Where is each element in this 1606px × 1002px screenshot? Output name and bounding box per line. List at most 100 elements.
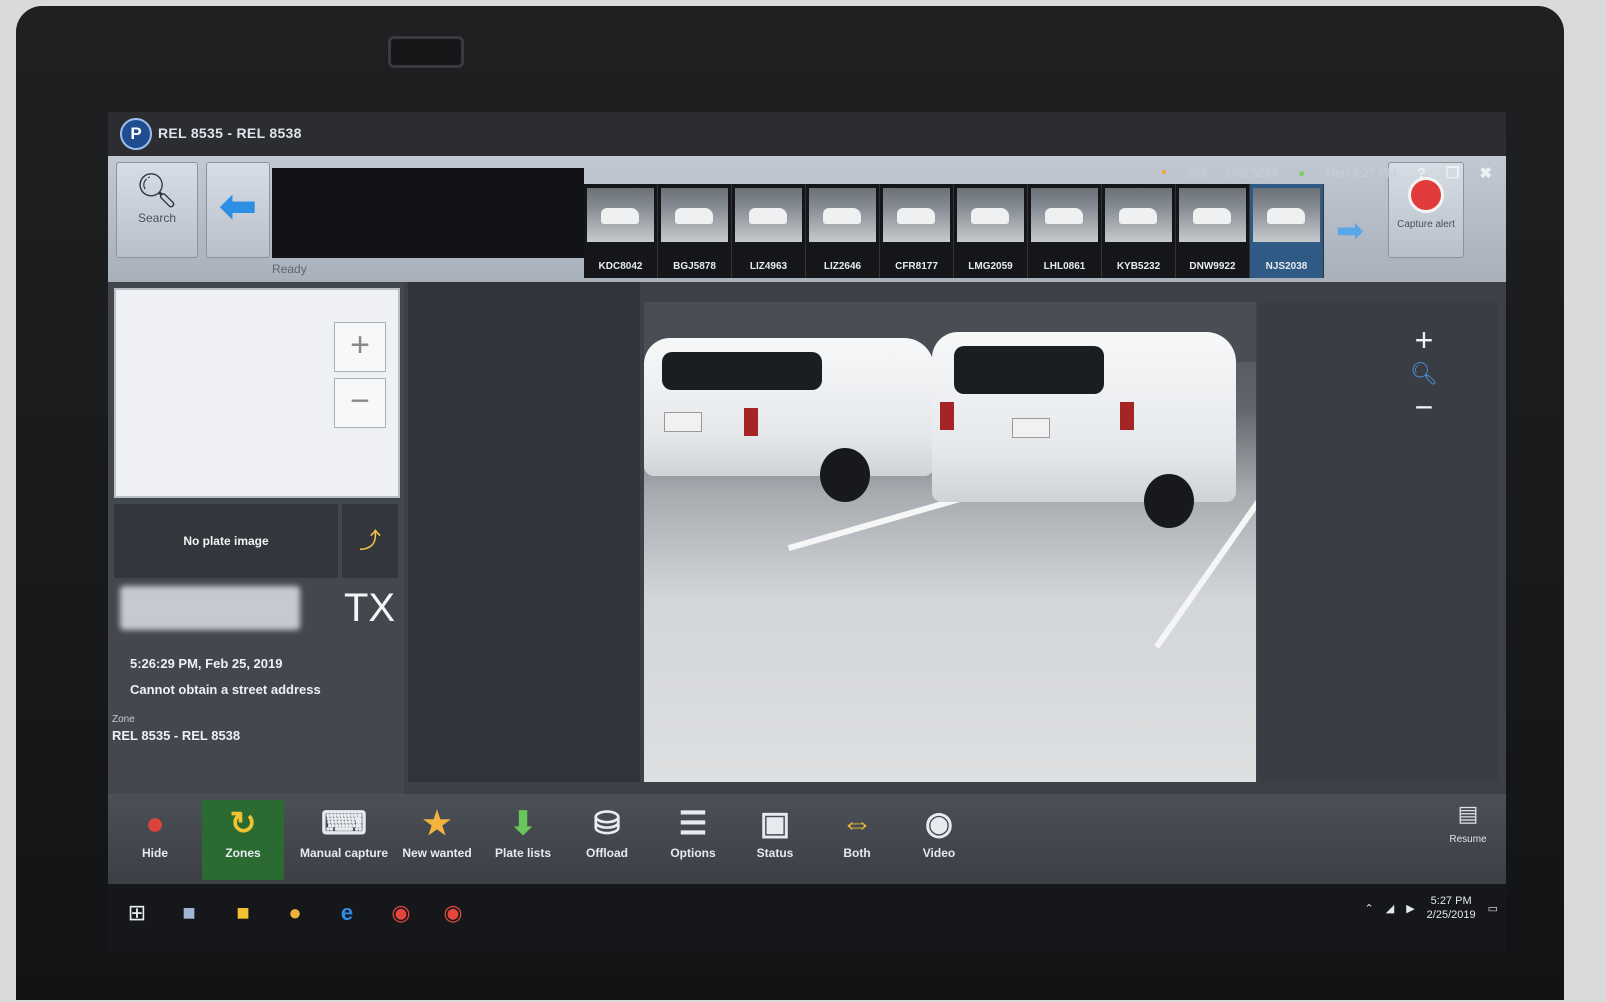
- read-thumbnail-strip: KDC8042 BGJ5878 LIZ4963 LIZ2646 CFR8177 …: [584, 184, 1324, 278]
- image-zoom-in-icon[interactable]: +: [1404, 322, 1444, 358]
- zone-value: REL 8535 - REL 8538: [112, 728, 241, 743]
- database-icon: ⛁: [593, 805, 621, 841]
- keyboard-icon: ⌨: [320, 805, 368, 841]
- task-view-icon[interactable]: ■: [172, 896, 206, 930]
- vehicle-plate: [1012, 418, 1050, 438]
- thumbnail-plate: LIZ4963: [749, 261, 788, 272]
- thumbnail-item[interactable]: KYB5232: [1102, 184, 1176, 278]
- thumbnail-item[interactable]: BGJ5878: [658, 184, 732, 278]
- forward-button[interactable]: ➡︎: [1326, 184, 1374, 278]
- app-taskbar-icon[interactable]: ●: [278, 896, 312, 930]
- vehicle-wheel: [820, 448, 870, 502]
- thumbnail-image: [1253, 188, 1320, 242]
- read-address: Cannot obtain a street address: [130, 682, 321, 697]
- search-icon: 🔍︎: [135, 172, 179, 210]
- plate-image-box: No plate image: [114, 504, 338, 578]
- ready-status: Ready: [272, 262, 307, 276]
- plate-lists-button[interactable]: ⬇︎ Plate lists: [482, 800, 564, 880]
- manual-capture-button[interactable]: ⌨ Manual capture: [296, 800, 392, 880]
- thumbnail-item[interactable]: DNW9922: [1176, 184, 1250, 278]
- capture-alert-label: Capture alert: [1397, 219, 1455, 230]
- chevron-up-icon[interactable]: ⌃: [1365, 902, 1374, 915]
- chrome-icon[interactable]: ◉: [436, 896, 470, 930]
- options-button[interactable]: ☰ Options: [652, 800, 734, 880]
- map-view[interactable]: + −: [114, 288, 400, 498]
- chrome-icon[interactable]: ◉: [384, 896, 418, 930]
- search-button[interactable]: 🔍︎ Search: [116, 162, 198, 258]
- wifi-icon[interactable]: ◢: [1386, 902, 1394, 915]
- thumbnail-item[interactable]: LMG2059: [954, 184, 1028, 278]
- hide-button[interactable]: ● Hide: [114, 800, 196, 880]
- plate-state: TX: [344, 586, 396, 630]
- bulb-icon: •: [1161, 164, 1167, 181]
- magnifier-icon[interactable]: 🔍︎: [1404, 358, 1444, 390]
- offload-button[interactable]: ⛁ Offload: [566, 800, 648, 880]
- windows-start-icon[interactable]: ⊞: [120, 896, 154, 930]
- status-button[interactable]: ▣ Status: [734, 800, 816, 880]
- hide-icon: ●: [145, 805, 165, 841]
- read-details-panel: + − No plate image ⤴ TX 5:26:29 PM, Feb …: [108, 282, 404, 802]
- thumbnail-plate: KYB5232: [1116, 261, 1161, 272]
- plate-number-blurred: [120, 586, 300, 630]
- video-button[interactable]: ◉ Video: [898, 800, 980, 880]
- vehicle-plate: [664, 412, 702, 432]
- taskbar-clock[interactable]: 5:27 PM 2/25/2019: [1427, 894, 1476, 922]
- notifications-icon[interactable]: ▭: [1488, 902, 1498, 915]
- zones-button[interactable]: ↻ Zones: [202, 800, 284, 880]
- camera-icon: ◉: [925, 805, 953, 841]
- system-tray: ⌃ ◢ ▶ 5:27 PM 2/25/2019 ▭: [1365, 894, 1499, 922]
- plate-lists-label: Plate lists: [494, 846, 552, 860]
- status-monitor-icon: ▣: [759, 805, 791, 841]
- thumbnail-item[interactable]: CFR8177: [880, 184, 954, 278]
- new-wanted-button[interactable]: ★ New wanted: [396, 800, 478, 880]
- windows-taskbar: ⊞ ■ ■ ● e ◉ ◉ ⌃ ◢ ▶ 5:27 PM 2/25/2019 ▭: [108, 884, 1506, 952]
- no-plate-image-text: No plate image: [183, 534, 269, 548]
- webcam: [388, 36, 464, 68]
- thumbnail-image: [587, 188, 654, 242]
- thumbnail-item[interactable]: KDC8042: [584, 184, 658, 278]
- resume-button[interactable]: ▤ Resume: [1438, 794, 1498, 874]
- thumbnail-image: [1105, 188, 1172, 242]
- double-arrow-icon: ⇔: [841, 805, 873, 841]
- close-icon[interactable]: ✖: [1479, 164, 1492, 182]
- vehicle-window: [662, 352, 822, 390]
- app-bar: ● Hide ↻ Zones ⌨ Manual capture ★ New wa…: [108, 794, 1506, 884]
- vehicle-wheel: [1144, 474, 1194, 528]
- send-button[interactable]: ⤴: [342, 504, 398, 578]
- options-icon: ☰: [678, 805, 708, 841]
- video-label: Video: [922, 846, 956, 860]
- map-zoom-in-button[interactable]: +: [334, 322, 386, 372]
- both-button[interactable]: ⇔ Both: [816, 800, 898, 880]
- thumbnail-item[interactable]: LIZ4963: [732, 184, 806, 278]
- restore-icon[interactable]: ❐: [1446, 164, 1459, 182]
- read-count: 399: [1186, 166, 1207, 180]
- hide-label: Hide: [141, 846, 168, 860]
- plate-display: [272, 168, 584, 258]
- back-button[interactable]: ⬅︎: [206, 162, 270, 258]
- zone-label: Zone: [112, 714, 135, 725]
- star-icon: ★: [422, 805, 452, 841]
- help-button[interactable]: ?: [1417, 165, 1426, 182]
- read-timestamp: 5:26:29 PM, Feb 25, 2019: [130, 656, 283, 671]
- thumbnail-plate: KDC8042: [598, 261, 643, 272]
- file-explorer-icon[interactable]: ■: [226, 896, 260, 930]
- zones-icon: ↻: [229, 805, 257, 841]
- zones-label: Zones: [225, 846, 261, 860]
- thumbnail-item[interactable]: LIZ2646: [806, 184, 880, 278]
- app-screen: P REL 8535 - REL 8538 🔍︎ Search ⬅︎ Ready…: [108, 112, 1506, 952]
- thumbnail-image: [957, 188, 1024, 242]
- volume-icon[interactable]: ▶: [1406, 902, 1414, 915]
- image-zoom-controls: + 🔍︎ −: [1404, 322, 1444, 424]
- image-zoom-out-icon[interactable]: −: [1404, 390, 1444, 424]
- offload-label: Offload: [586, 846, 628, 860]
- thumbnail-plate: BGJ5878: [673, 261, 716, 272]
- vehicle-photo[interactable]: [644, 302, 1256, 782]
- search-label: Search: [137, 211, 177, 225]
- edge-browser-icon[interactable]: e: [330, 896, 364, 930]
- vehicle-taillight: [744, 408, 758, 436]
- both-label: Both: [843, 846, 871, 860]
- map-zoom-out-button[interactable]: −: [334, 378, 386, 428]
- thumbnail-item[interactable]: LHL0861: [1028, 184, 1102, 278]
- thumbnail-item-selected[interactable]: NJS2038: [1250, 184, 1324, 278]
- new-wanted-label: New wanted: [402, 846, 472, 860]
